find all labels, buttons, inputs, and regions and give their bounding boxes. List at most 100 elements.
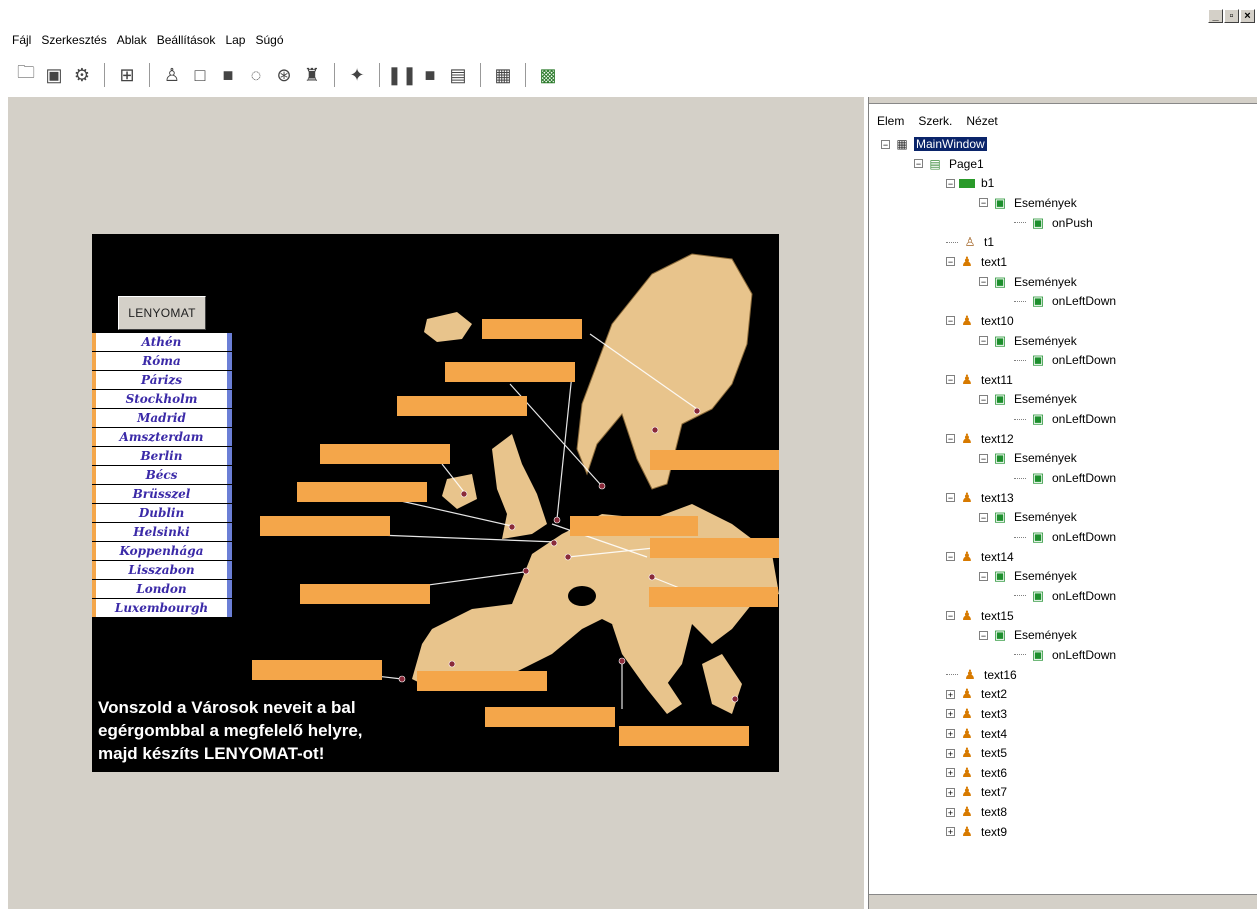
tree-node[interactable]: ▣ onLeftDown	[1014, 469, 1118, 487]
city-item[interactable]: Róma	[92, 352, 232, 370]
text-icon[interactable]: ♜	[298, 62, 326, 88]
expand-icon[interactable]: +	[946, 748, 955, 758]
tree-node[interactable]: − ▣ Események	[979, 449, 1079, 467]
menu-edit[interactable]: Szerkesztés	[41, 33, 106, 47]
tree-node[interactable]: − ▣ Események	[979, 626, 1079, 644]
expand-icon[interactable]: +	[946, 709, 955, 719]
drop-slot[interactable]	[297, 482, 427, 502]
collapse-icon[interactable]: −	[979, 198, 988, 208]
open-icon[interactable]: 🗀	[12, 62, 40, 88]
tree-node[interactable]: + ♟ text3	[946, 705, 1009, 723]
collapse-icon[interactable]: −	[979, 277, 988, 287]
tree-node[interactable]: − ♟ text10	[946, 312, 1016, 330]
tree-node[interactable]: − ▣ Események	[979, 332, 1079, 350]
collapse-icon[interactable]: −	[946, 375, 955, 385]
tree-node[interactable]: + ♟ text6	[946, 764, 1009, 782]
collapse-icon[interactable]: −	[946, 552, 955, 562]
lenyomat-button[interactable]: LENYOMAT	[118, 296, 206, 330]
menu-file[interactable]: Fájl	[12, 33, 31, 47]
tree-node[interactable]: + ♟ text4	[946, 725, 1009, 743]
tree-node[interactable]: − ▤ Page1	[914, 155, 986, 173]
drop-slot[interactable]	[482, 319, 582, 339]
tree-node[interactable]: + ♟ text7	[946, 783, 1009, 801]
city-item[interactable]: Lisszabon	[92, 561, 232, 579]
tree-node[interactable]: − ♟ text15	[946, 607, 1016, 625]
collapse-icon[interactable]: −	[881, 139, 890, 149]
tree-node[interactable]: − ♟ text11	[946, 371, 1015, 389]
tree-node[interactable]: ♟ text16	[946, 666, 1019, 684]
close-button[interactable]: ×	[1240, 9, 1255, 23]
tree-node[interactable]: ▣ onLeftDown	[1014, 351, 1118, 369]
tree-node[interactable]: + ♟ text9	[946, 823, 1009, 841]
city-item[interactable]: Helsinki	[92, 523, 232, 541]
restore-button[interactable]: ▫	[1224, 9, 1239, 23]
tree-node[interactable]: ▣ onLeftDown	[1014, 292, 1118, 310]
tree-node[interactable]: ▣ onLeftDown	[1014, 410, 1118, 428]
save-icon[interactable]: ▣	[40, 62, 68, 88]
run-icon[interactable]: ▤	[444, 62, 472, 88]
expand-icon[interactable]: +	[946, 768, 955, 778]
page-canvas[interactable]: LENYOMAT Athén Róma Párizs Stockholm Mad…	[92, 234, 779, 772]
wizard-icon[interactable]: ✦	[343, 62, 371, 88]
collapse-icon[interactable]: −	[979, 630, 988, 640]
tree-node[interactable]: ▣ onLeftDown	[1014, 528, 1118, 546]
collapse-icon[interactable]: −	[979, 453, 988, 463]
drop-slot[interactable]	[397, 396, 527, 416]
align-icon[interactable]: ⊞	[113, 62, 141, 88]
collapse-icon[interactable]: −	[946, 434, 955, 444]
page-icon[interactable]: ▩	[534, 62, 562, 88]
drop-slot[interactable]	[417, 671, 547, 691]
filled-rect-icon[interactable]: ■	[214, 62, 242, 88]
drop-slot[interactable]	[650, 450, 779, 470]
drop-slot[interactable]	[485, 707, 615, 727]
tree-node[interactable]: − b1	[946, 174, 996, 192]
drop-slot[interactable]	[260, 516, 390, 536]
collapse-icon[interactable]: −	[979, 571, 988, 581]
expand-icon[interactable]: +	[946, 729, 955, 739]
ellipse-icon[interactable]: ◌	[242, 62, 270, 88]
tree-node[interactable]: − ▣ Események	[979, 390, 1079, 408]
drop-slot[interactable]	[619, 726, 749, 746]
panel-menu-edit[interactable]: Szerk.	[918, 114, 952, 128]
expand-icon[interactable]: +	[946, 827, 955, 837]
pause-icon[interactable]: ❚❚	[387, 62, 417, 88]
city-item[interactable]: Brüsszel	[92, 485, 232, 503]
tree-node[interactable]: + ♟ text5	[946, 744, 1009, 762]
city-item[interactable]: Amszterdam	[92, 428, 232, 446]
menu-page[interactable]: Lap	[225, 33, 245, 47]
figure-icon[interactable]: ♙	[158, 62, 186, 88]
collapse-icon[interactable]: −	[946, 178, 955, 188]
drop-slot[interactable]	[649, 587, 778, 607]
drop-slot[interactable]	[650, 538, 779, 558]
panel-menu-view[interactable]: Nézet	[966, 114, 997, 128]
tree-node[interactable]: − ♟ text1	[946, 253, 1009, 271]
tree-node[interactable]: ▣ onLeftDown	[1014, 587, 1118, 605]
collapse-icon[interactable]: −	[979, 512, 988, 522]
city-item[interactable]: Luxembourgh	[92, 599, 232, 617]
collapse-icon[interactable]: −	[946, 611, 955, 621]
tree-node[interactable]: + ♟ text8	[946, 803, 1009, 821]
rect-icon[interactable]: □	[186, 62, 214, 88]
drop-slot[interactable]	[570, 516, 698, 536]
tree-node[interactable]: − ♟ text14	[946, 548, 1016, 566]
drop-slot[interactable]	[320, 444, 450, 464]
collapse-icon[interactable]: −	[979, 394, 988, 404]
city-item[interactable]: Stockholm	[92, 390, 232, 408]
tree-node[interactable]: ▣ onPush	[1014, 214, 1095, 232]
drop-slot[interactable]	[300, 584, 430, 604]
collapse-icon[interactable]: −	[979, 336, 988, 346]
tree-node[interactable]: − ▣ Események	[979, 194, 1079, 212]
city-item[interactable]: Dublin	[92, 504, 232, 522]
menu-help[interactable]: Súgó	[255, 33, 283, 47]
preview-icon[interactable]: ▦	[489, 62, 517, 88]
menu-window[interactable]: Ablak	[117, 33, 147, 47]
drop-slot[interactable]	[445, 362, 575, 382]
tree-node[interactable]: + ♟ text2	[946, 685, 1009, 703]
city-item[interactable]: Berlin	[92, 447, 232, 465]
collapse-icon[interactable]: −	[946, 257, 955, 267]
print-icon[interactable]: ⚙	[68, 62, 96, 88]
expand-icon[interactable]: +	[946, 787, 955, 797]
collapse-icon[interactable]: −	[946, 493, 955, 503]
collapse-icon[interactable]: −	[946, 316, 955, 326]
city-item[interactable]: Koppenhága	[92, 542, 232, 560]
